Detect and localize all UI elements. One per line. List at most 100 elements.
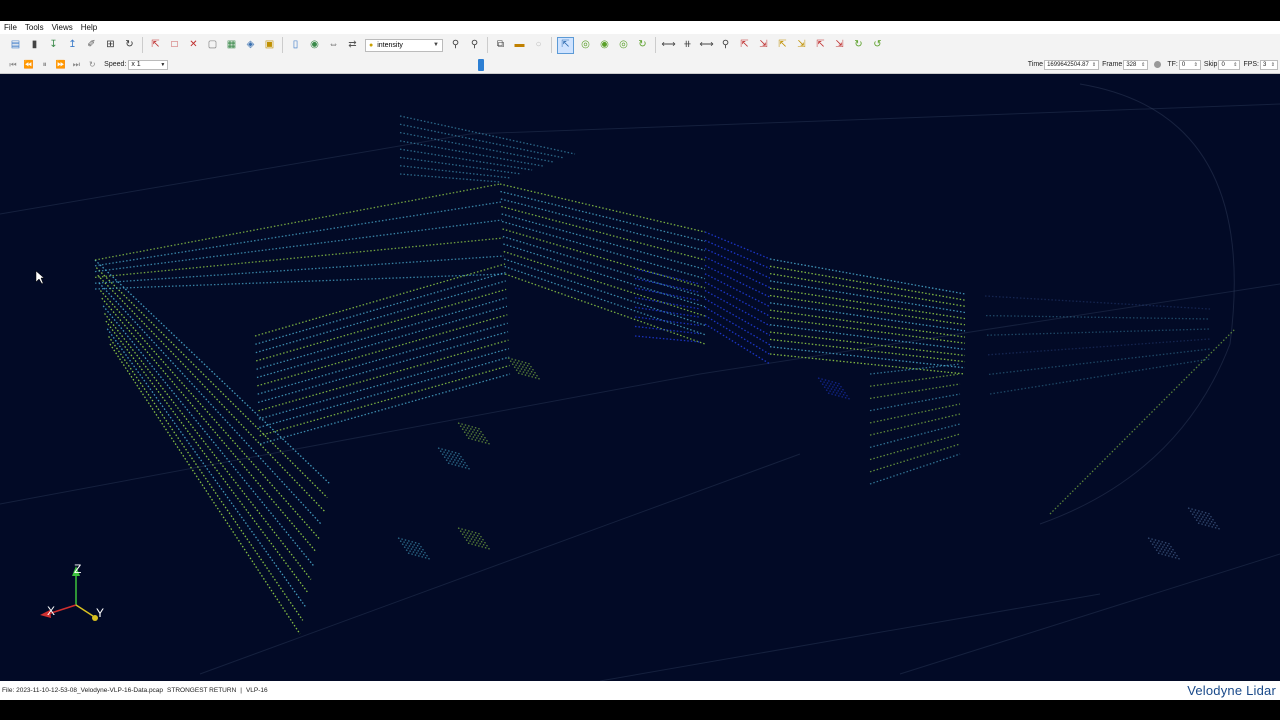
last-frame-icon[interactable]: ⏭ <box>69 59 83 71</box>
pop-out-icon[interactable]: ⧉ <box>493 38 508 53</box>
save-icon[interactable]: ↧ <box>46 38 61 53</box>
fps-input[interactable]: 3 ⇕ <box>1260 59 1278 70</box>
seek-forward-icon[interactable]: ⏩ <box>54 59 68 71</box>
view-plus-y-icon[interactable]: ⇱ <box>775 38 790 53</box>
layers-icon[interactable]: ▬ <box>512 38 527 53</box>
select-points-icon[interactable]: ⇱ <box>148 38 163 53</box>
mouse-cursor-icon <box>35 270 45 285</box>
orbit-icon[interactable]: ◎ <box>616 38 631 53</box>
chevron-down-icon: ▼ <box>160 61 166 68</box>
rotate-alt-icon[interactable]: ◉ <box>597 38 612 53</box>
zoom-icon[interactable]: ↻ <box>635 38 650 53</box>
select-region-icon[interactable]: □ <box>167 38 182 53</box>
seek-backward-icon[interactable]: ⏪ <box>22 59 36 71</box>
spin-arrows-icon: ⇕ <box>1193 61 1198 68</box>
spin-arrows-icon: ⇕ <box>1091 61 1097 68</box>
center-camera-icon[interactable]: ⧺ <box>680 38 695 53</box>
clear-selection-icon[interactable]: ✕ <box>186 38 201 53</box>
color-by-dot-icon: ● <box>369 41 374 49</box>
zoom-data-icon[interactable]: ⚲ <box>448 38 463 53</box>
console-icon[interactable]: ▣ <box>262 38 277 53</box>
view-minus-x-icon[interactable]: ⇲ <box>756 38 771 53</box>
status-return-mode: STRONGEST RETURN <box>167 687 237 694</box>
skip-field: Skip 0 ⇕ <box>1204 59 1241 70</box>
crop-icon[interactable]: ⊞ <box>103 38 118 53</box>
first-frame-icon[interactable]: ⏮ <box>6 59 20 71</box>
status-file: File: 2023-11-10-12-53-08_Velodyne-VLP-1… <box>2 687 164 694</box>
fps-field: FPS: 3 ⇕ <box>1243 59 1278 70</box>
spin-arrows-icon: ⇕ <box>1141 61 1146 68</box>
rotate-minus-90-icon[interactable]: ↺ <box>870 38 885 53</box>
color-by-select[interactable]: ● intensity ▼ <box>365 38 443 52</box>
orientation-axes: Z X Y <box>40 562 104 621</box>
color-legend-icon[interactable]: ▯ <box>288 38 303 53</box>
record-icon[interactable] <box>1154 61 1162 68</box>
status-bar: File: 2023-11-10-12-53-08_Velodyne-VLP-1… <box>0 681 1280 700</box>
zoom-fit-icon[interactable]: ⚲ <box>718 38 733 53</box>
fps-value: 3 <box>1263 61 1267 68</box>
zoom-to-box-icon[interactable]: ⟷ <box>699 38 714 53</box>
playback-bar: ⏮ ⏪ ⏸ ⏩ ⏭ ↻ Speed: x 1 ▼ Time 1699642504… <box>0 56 1280 74</box>
reset-icon[interactable]: ↻ <box>122 38 137 53</box>
frame-value: 328 <box>1126 61 1137 68</box>
point-cloud-render[interactable]: Z X Y <box>0 74 1280 681</box>
view-minus-z-icon[interactable]: ⇲ <box>832 38 847 53</box>
zoom-closest-icon[interactable]: ⚲ <box>467 38 482 53</box>
spin-arrows-icon: ⇕ <box>1270 61 1275 68</box>
python-icon[interactable]: ◈ <box>243 38 258 53</box>
rotate-icon[interactable]: ◎ <box>578 38 593 53</box>
reset-camera-icon[interactable]: ⟷ <box>661 38 676 53</box>
view-plus-z-icon[interactable]: ⇱ <box>813 38 828 53</box>
rotate-plus-90-icon[interactable]: ↻ <box>851 38 866 53</box>
time-field: Time 1699642504.87 ⇕ <box>1027 59 1100 70</box>
ruler-icon[interactable]: ⇄ <box>345 38 360 53</box>
view-minus-y-icon[interactable]: ⇲ <box>794 38 809 53</box>
window-top-border <box>0 0 1280 21</box>
tf-value: 0 <box>1181 61 1186 68</box>
y-axis-line <box>75 604 94 617</box>
toolbar-separator <box>655 37 656 53</box>
calibration-icon[interactable]: ✐ <box>84 38 99 53</box>
chevron-down-icon: ▼ <box>433 42 439 48</box>
menu-bar: File Tools Views Help <box>0 21 1280 34</box>
open-file-icon[interactable]: ▤ <box>8 38 23 53</box>
point-cloud-points <box>94 115 1236 635</box>
color-by-value: intensity <box>377 41 403 49</box>
frame-input[interactable]: 328 ⇕ <box>1123 59 1149 70</box>
menu-file[interactable]: File <box>0 23 21 32</box>
speed-label: Speed: <box>104 61 127 68</box>
toolbar-separator <box>487 37 488 53</box>
tf-input[interactable]: 0 ⇕ <box>1178 59 1201 70</box>
open-sensor-stream-icon[interactable]: ▮ <box>27 38 42 53</box>
x-axis-label: X <box>47 604 55 618</box>
frame-controls: Time 1699642504.87 ⇕ Frame 328 ⇕ TF: 0 ⇕… <box>1025 59 1280 70</box>
skip-input[interactable]: 0 ⇕ <box>1218 59 1241 70</box>
time-value: 1699642504.87 <box>1047 61 1089 68</box>
toolbar-separator <box>142 37 143 53</box>
speed-value: x 1 <box>131 61 141 68</box>
loop-icon[interactable]: ↻ <box>85 59 99 71</box>
timeline-slider[interactable] <box>183 58 1024 71</box>
time-input[interactable]: 1699642504.87 ⇕ <box>1044 59 1100 70</box>
view-settings-icon[interactable]: ○ <box>531 38 546 53</box>
timeline-handle[interactable] <box>478 58 485 71</box>
color-map-icon[interactable]: ◉ <box>307 38 322 53</box>
speed-select[interactable]: x 1 ▼ <box>128 59 169 70</box>
time-label: Time <box>1027 61 1044 68</box>
interaction-mode-icon[interactable]: ⇱ <box>557 36 574 54</box>
measure-icon[interactable]: ⇔ <box>326 38 341 53</box>
point-cloud-viewport[interactable]: Z X Y <box>0 74 1280 681</box>
play-pause-icon[interactable]: ⏸ <box>38 59 52 71</box>
spreadsheet-icon[interactable]: ▦ <box>224 38 239 53</box>
window-bottom-border <box>0 700 1280 720</box>
menu-tools[interactable]: Tools <box>21 23 48 32</box>
grid-icon[interactable]: ▢ <box>205 38 220 53</box>
view-plus-x-icon[interactable]: ⇱ <box>737 38 752 53</box>
export-icon[interactable]: ↥ <box>65 38 80 53</box>
status-divider: | <box>240 687 242 694</box>
menu-views[interactable]: Views <box>48 23 77 32</box>
tf-field: TF: 0 ⇕ <box>1167 59 1201 70</box>
y-axis-label: Y <box>96 606 104 620</box>
brand-logo: Velodyne Lidar <box>1187 683 1276 698</box>
menu-help[interactable]: Help <box>77 23 101 32</box>
